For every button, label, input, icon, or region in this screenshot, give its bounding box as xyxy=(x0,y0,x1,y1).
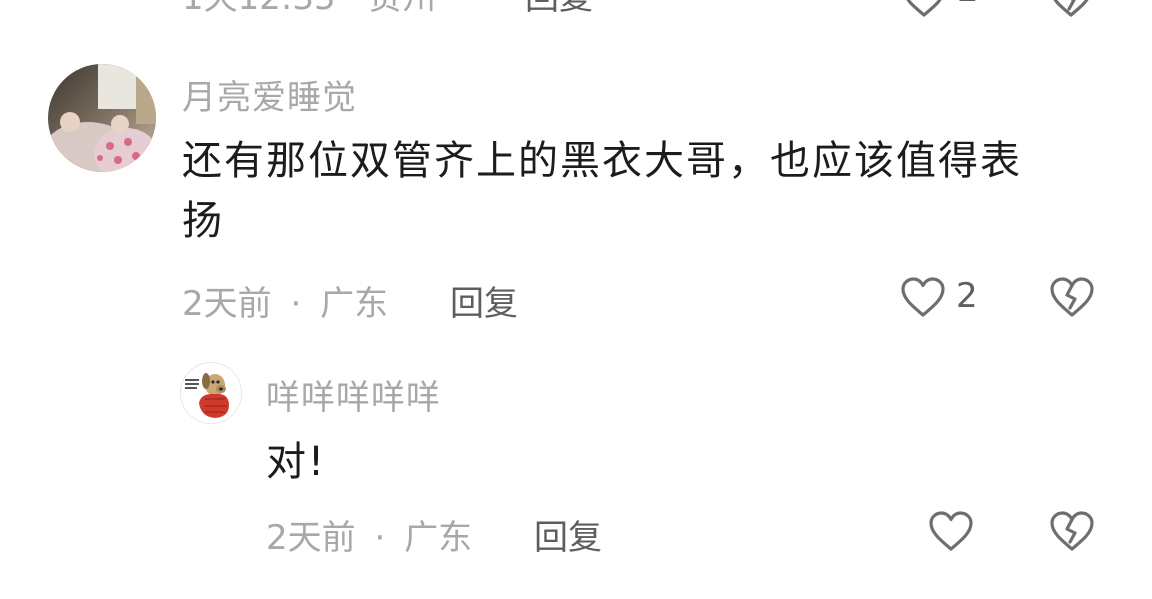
dislike-button[interactable] xyxy=(1048,276,1096,318)
reply-meta: 2天前 · 广东 xyxy=(266,510,472,559)
comment-text-line: 还有那位双管齐上的黑衣大哥，也应该值得表 xyxy=(182,138,1022,184)
prev-comment-meta: 1天12:35 · 贵州 xyxy=(182,0,436,19)
broken-heart-icon xyxy=(1050,511,1094,551)
comment-time: 2天前 xyxy=(182,284,272,324)
avatar[interactable] xyxy=(48,64,156,172)
comment-text: 还有那位双管齐上的黑衣大哥，也应该值得表 扬 xyxy=(182,131,1112,251)
reply-dislike-button[interactable] xyxy=(1048,510,1096,552)
meta-separator: · xyxy=(374,518,386,558)
dog-in-red-jacket-image xyxy=(181,363,241,423)
comment-location: 广东 xyxy=(320,284,389,324)
prev-reply-button[interactable]: 回复 xyxy=(525,0,593,19)
heart-outline-icon xyxy=(901,277,945,317)
reply-reply-button[interactable]: 回复 xyxy=(534,510,602,559)
reply-avatar[interactable] xyxy=(180,362,242,424)
comment-thread: 1天12:35 · 贵州 回复 2 xyxy=(0,0,1152,599)
reply-text: 对! xyxy=(266,439,327,485)
broken-heart-icon xyxy=(1050,277,1094,317)
prev-dislike-button[interactable] xyxy=(1048,0,1094,18)
meta-separator: · xyxy=(290,284,302,324)
like-count: 2 xyxy=(956,276,978,316)
heart-outline-icon xyxy=(929,511,973,551)
heart-outline-icon xyxy=(906,0,942,17)
prev-like-button[interactable] xyxy=(902,0,946,18)
reply-button[interactable]: 回复 xyxy=(450,276,518,325)
reply-username[interactable]: 咩咩咩咩咩 xyxy=(266,370,441,419)
reply-location: 广东 xyxy=(404,518,473,558)
like-button[interactable] xyxy=(900,276,946,318)
avatar-photo-image xyxy=(48,64,156,172)
comment-username[interactable]: 月亮爱睡觉 xyxy=(182,70,357,119)
comment-meta: 2天前 · 广东 xyxy=(182,276,388,325)
reply-like-button[interactable] xyxy=(928,510,974,552)
prev-like-count: 2 xyxy=(957,0,979,10)
reply-time: 2天前 xyxy=(266,518,356,558)
comment-text-line: 扬 xyxy=(182,198,224,244)
broken-heart-icon xyxy=(1053,0,1089,17)
